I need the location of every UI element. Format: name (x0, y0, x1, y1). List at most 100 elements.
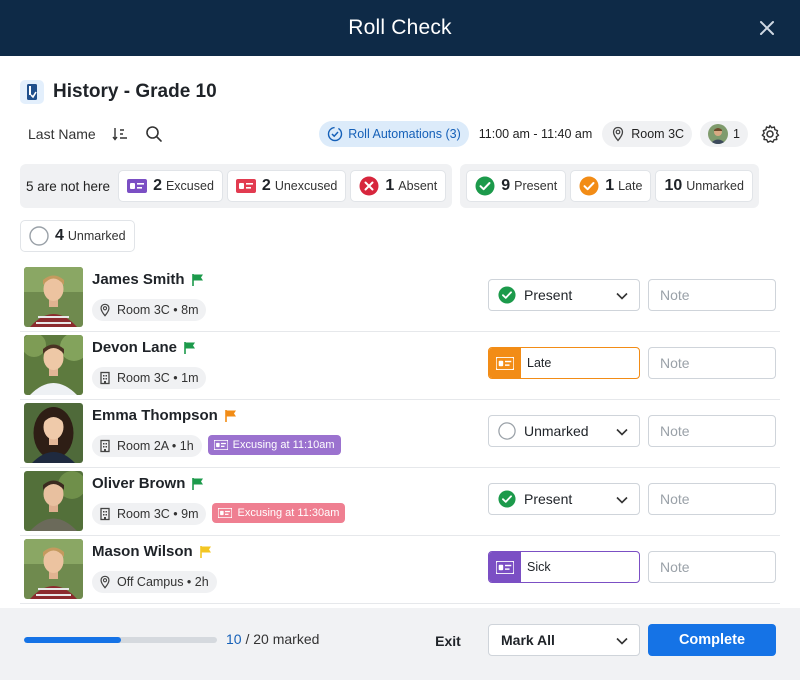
chevron-down-icon (615, 425, 629, 439)
student-photo (24, 403, 83, 463)
student-row: Oliver Brown Room 3C • 9m Excusing at 11… (20, 468, 780, 536)
roll-automations-label: Roll Automations (3) (348, 127, 461, 141)
note-input[interactable] (648, 551, 776, 583)
marked-total: / 20 marked (245, 631, 320, 647)
automation-check-icon (327, 126, 343, 142)
sort-field-label[interactable]: Last Name (28, 126, 96, 142)
not-here-label: 5 are not here (26, 178, 111, 194)
staff-badge[interactable]: 1 (700, 121, 748, 147)
present-filter-chip[interactable]: 9 Present (466, 170, 567, 202)
id-card-icon (218, 508, 233, 518)
status-label: Present (524, 287, 573, 303)
location-badge: Off Campus • 2h (92, 571, 217, 593)
status-dropdown[interactable]: Sick (488, 551, 640, 583)
green-flag-icon[interactable] (183, 341, 197, 355)
student-name: James Smith (92, 271, 185, 288)
marked-count: 10 (226, 631, 242, 647)
excusing-badge: Excusing at 11:30am (212, 503, 346, 523)
location-label: Room 2A • 1h (117, 439, 194, 453)
unmarked-filter-chip[interactable]: 4 Unmarked (20, 220, 135, 252)
note-input[interactable] (648, 415, 776, 447)
student-name-line: Oliver Brown (92, 475, 205, 492)
complete-button[interactable]: Complete (648, 624, 776, 656)
student-row: Devon Lane Room 3C • 1m Late (20, 332, 780, 400)
student-row: James Smith Room 3C • 8m Present (20, 264, 780, 332)
excusing-label: Excusing at 11:30am (237, 507, 340, 519)
sort-icon[interactable] (110, 124, 130, 144)
note-input[interactable] (648, 483, 776, 515)
gear-icon[interactable] (760, 124, 780, 144)
absent-count: 1 (385, 177, 395, 194)
student-name-line: Devon Lane (92, 339, 197, 356)
search-icon[interactable] (144, 124, 164, 144)
student-photo (24, 267, 83, 327)
unmarked-top-filter-chip[interactable]: 10 Unmarked (655, 170, 753, 202)
green-flag-icon[interactable] (191, 273, 205, 287)
chevron-down-icon (615, 634, 629, 648)
mark-all-label: Mark All (501, 632, 555, 648)
location-badge: Room 3C • 9m (92, 503, 207, 525)
pin-icon (98, 303, 112, 317)
attendance-summary: 5 are not here 2 Excused 2 Unexcused 1 A… (20, 164, 759, 208)
green-flag-icon[interactable] (191, 477, 205, 491)
absent-x-icon (359, 176, 379, 196)
status-dropdown[interactable]: Unmarked (488, 415, 640, 447)
present-check-icon (475, 176, 495, 196)
chevron-down-icon (615, 493, 629, 507)
late-count: 1 (605, 177, 615, 194)
building-icon (98, 507, 112, 521)
student-photo (24, 471, 83, 531)
student-photo (24, 335, 83, 395)
excusing-label: Excusing at 11:10am (232, 439, 335, 451)
not-here-group: 5 are not here 2 Excused 2 Unexcused 1 A… (20, 164, 453, 208)
pin-icon (610, 126, 626, 142)
marked-group: 9 Present 1 Late 10 Unmarked (460, 164, 759, 208)
building-icon (98, 371, 112, 385)
id-card-icon (213, 440, 228, 450)
present-count: 9 (501, 177, 511, 194)
note-input[interactable] (648, 347, 776, 379)
footer-bar: 10 / 20 marked Exit Mark All Complete (0, 608, 800, 680)
present-label: Present (514, 179, 558, 193)
student-meta: Room 3C • 1m (92, 367, 207, 389)
late-filter-chip[interactable]: 1 Late (570, 170, 652, 202)
location-label: Room 3C • 9m (117, 507, 199, 521)
class-book-icon (20, 80, 44, 104)
student-name-line: James Smith (92, 271, 205, 288)
orange-flag-icon[interactable] (224, 409, 238, 423)
time-range: 11:00 am - 11:40 am (478, 127, 593, 141)
status-label: Unmarked (524, 423, 589, 439)
status-dropdown[interactable]: Present (488, 483, 640, 515)
student-meta: Room 3C • 9m Excusing at 11:30am (92, 503, 346, 525)
yellow-flag-icon[interactable] (199, 545, 213, 559)
excused-card-icon (127, 179, 148, 193)
roll-automations-button[interactable]: Roll Automations (3) (319, 121, 469, 147)
present-check-icon (498, 286, 516, 304)
pin-icon (98, 575, 112, 589)
building-icon (98, 439, 112, 453)
status-label: Sick (527, 560, 551, 574)
toolbar: Last Name Roll Automations (3) 11:00 am … (20, 118, 780, 150)
exit-button[interactable]: Exit (424, 625, 472, 657)
unexcused-filter-chip[interactable]: 2 Unexcused (226, 170, 347, 202)
student-name-line: Mason Wilson (92, 543, 213, 560)
unexcused-card-icon (235, 179, 256, 193)
student-name: Emma Thompson (92, 407, 218, 424)
excused-filter-chip[interactable]: 2 Excused (118, 170, 223, 202)
late-label: Late (618, 179, 643, 193)
student-row: Mason Wilson Off Campus • 2h Sick (20, 536, 780, 604)
excused-count: 2 (153, 177, 162, 194)
student-name: Devon Lane (92, 339, 178, 356)
location-badge: Room 2A • 1h (92, 435, 202, 457)
present-check-icon (498, 490, 516, 508)
class-heading: History - Grade 10 (20, 80, 217, 104)
student-name: Mason Wilson (92, 543, 193, 560)
status-dropdown[interactable]: Late (488, 347, 640, 379)
note-input[interactable] (648, 279, 776, 311)
status-dropdown[interactable]: Present (488, 279, 640, 311)
absent-filter-chip[interactable]: 1 Absent (350, 170, 447, 202)
close-icon[interactable] (756, 17, 778, 39)
mark-all-dropdown[interactable]: Mark All (488, 624, 640, 656)
chevron-down-icon (615, 289, 629, 303)
room-label: Room 3C (631, 127, 685, 141)
